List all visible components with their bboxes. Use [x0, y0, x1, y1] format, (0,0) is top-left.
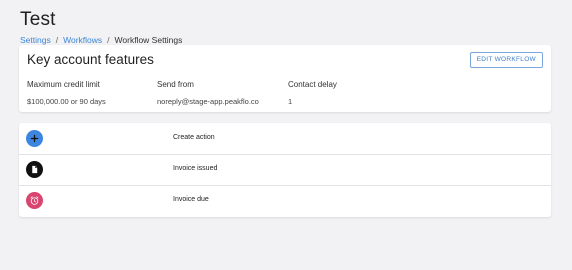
breadcrumb-workflow-settings: Workflow Settings: [114, 35, 183, 45]
action-row-create-action[interactable]: Create action: [19, 123, 551, 155]
feature-contact-delay: Contact delay 1: [288, 80, 337, 106]
document-icon: [26, 161, 43, 178]
feature-value: $100,000.00 or 90 days: [27, 97, 106, 106]
alarm-clock-icon: [26, 192, 43, 209]
feature-send-from: Send from noreply@stage-app.peakflo.co: [157, 80, 259, 106]
breadcrumb-separator: /: [107, 35, 110, 45]
features-title: Key account features: [27, 52, 154, 67]
action-row-invoice-due[interactable]: Invoice due: [19, 185, 551, 216]
edit-workflow-button[interactable]: EDIT WORKFLOW: [469, 52, 543, 68]
breadcrumb: Settings / Workflows / Workflow Settings: [20, 35, 182, 45]
feature-label: Contact delay: [288, 80, 337, 89]
feature-label: Send from: [157, 80, 194, 89]
action-row-invoice-issued[interactable]: Invoice issued: [19, 154, 551, 186]
key-account-features-card: Key account features EDIT WORKFLOW Maxim…: [19, 45, 551, 112]
feature-value: 1: [288, 97, 293, 106]
feature-label: Maximum credit limit: [27, 80, 100, 89]
plus-icon[interactable]: [26, 130, 43, 147]
action-label: Invoice issued: [173, 165, 218, 172]
breadcrumb-separator: /: [55, 35, 59, 45]
page-title: Test: [20, 9, 56, 30]
action-label: Invoice due: [173, 196, 209, 203]
workflow-actions-list: Create action Invoice issued Invoice due: [19, 123, 551, 217]
feature-value: noreply@stage-app.peakflo.co: [157, 97, 259, 106]
action-label: Create action: [173, 134, 215, 141]
breadcrumb-settings[interactable]: Settings: [20, 35, 51, 45]
breadcrumb-workflows[interactable]: Workflows: [63, 35, 102, 45]
feature-max-credit-limit: Maximum credit limit $100,000.00 or 90 d…: [27, 80, 106, 106]
